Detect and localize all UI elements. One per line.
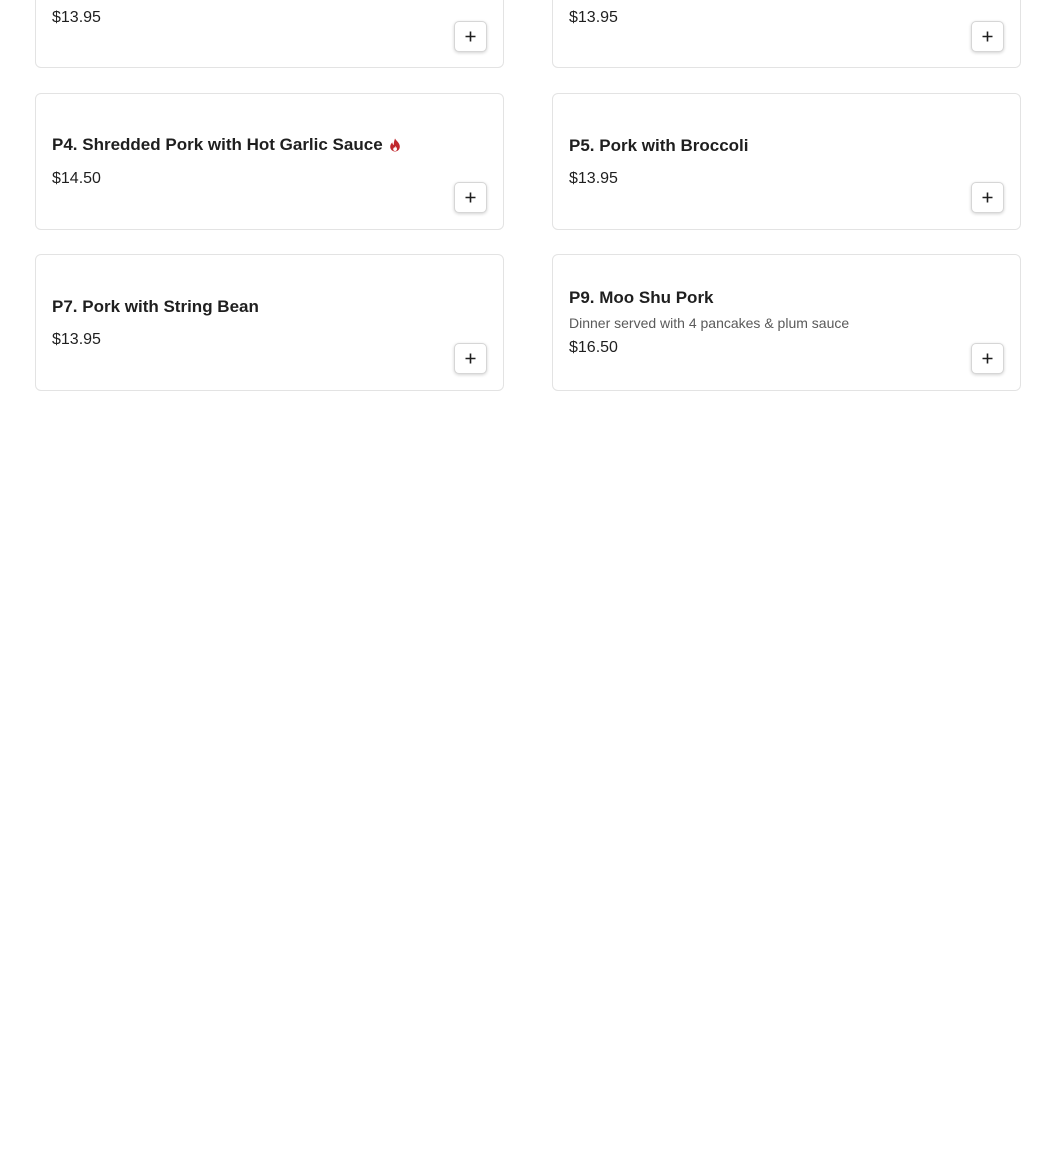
item-title: P9. Moo Shu Pork [569, 288, 714, 307]
add-item-button[interactable] [971, 21, 1004, 52]
item-title: P7. Pork with String Bean [52, 297, 259, 316]
plus-icon [982, 192, 993, 203]
menu-item-card[interactable]: $13.95 [552, 0, 1021, 68]
item-description: Dinner served with 4 pancakes & plum sau… [569, 315, 850, 331]
item-price: $13.95 [569, 9, 618, 26]
plus-icon [465, 353, 476, 364]
menu-item-card[interactable]: P7. Pork with String Bean $13.95 [35, 254, 504, 391]
menu-item-card[interactable]: $13.95 [35, 0, 504, 68]
menu-page: $13.95 $13.95 P4. Shredded Pork with Hot… [0, 0, 1050, 1151]
add-item-button[interactable] [971, 182, 1004, 213]
menu-item-card[interactable]: P4. Shredded Pork with Hot Garlic Sauce … [35, 93, 504, 230]
item-title: P4. Shredded Pork with Hot Garlic Sauce [52, 135, 383, 154]
add-item-button[interactable] [454, 343, 487, 374]
menu-item-card[interactable]: P5. Pork with Broccoli $13.95 [552, 93, 1021, 230]
flame-icon [389, 138, 401, 152]
item-title: P5. Pork with Broccoli [569, 136, 749, 155]
item-price: $14.50 [52, 170, 101, 187]
item-title-row: P4. Shredded Pork with Hot Garlic Sauce [52, 135, 401, 155]
add-item-button[interactable] [454, 182, 487, 213]
plus-icon [465, 31, 476, 42]
item-price: $16.50 [569, 339, 618, 356]
item-price: $13.95 [569, 170, 618, 187]
menu-item-card[interactable]: P9. Moo Shu Pork Dinner served with 4 pa… [552, 254, 1021, 391]
plus-icon [465, 192, 476, 203]
item-price: $13.95 [52, 9, 101, 26]
item-price: $13.95 [52, 331, 101, 348]
plus-icon [982, 353, 993, 364]
plus-icon [982, 31, 993, 42]
add-item-button[interactable] [454, 21, 487, 52]
add-item-button[interactable] [971, 343, 1004, 374]
